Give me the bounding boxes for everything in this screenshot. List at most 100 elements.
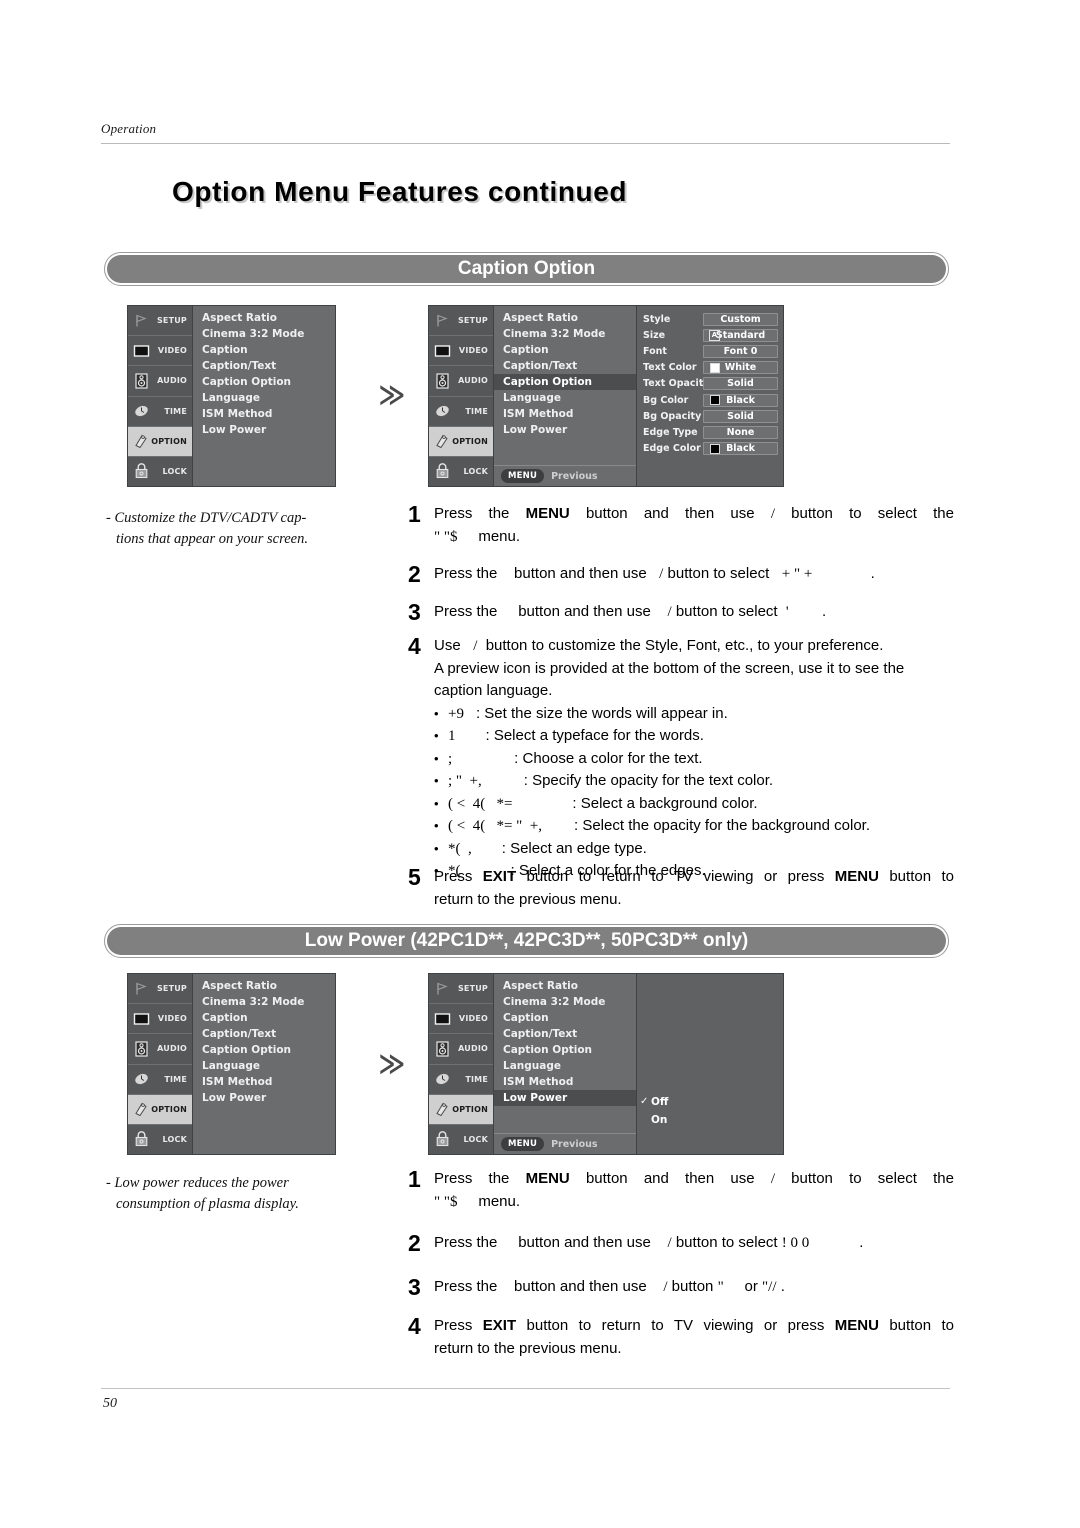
osd-menu-item[interactable]: Caption Option: [494, 1042, 636, 1058]
osd-sidebar-item-time[interactable]: TIME: [128, 397, 192, 427]
osd-menu-item[interactable]: Cinema 3:2 Mode: [494, 994, 636, 1010]
osd-sidebar-item-option[interactable]: OPTION: [429, 426, 493, 457]
osd-sidebar-item-setup[interactable]: SETUP: [128, 306, 192, 337]
osd-sidebar-item-video[interactable]: VIDEO: [429, 1004, 493, 1035]
osd-menu-item[interactable]: Language: [193, 390, 335, 406]
osd-sidebar-item-option[interactable]: OPTION: [429, 1094, 493, 1125]
detail-value[interactable]: Solid: [703, 409, 778, 423]
step-1-caption: 1 Press the MENU button and then use / b…: [408, 503, 954, 548]
osd-sidebar-item-setup[interactable]: SETUP: [429, 306, 493, 337]
clock-icon: [434, 1071, 451, 1088]
osd-sidebar-item-lock[interactable]: LOCK: [429, 1125, 493, 1154]
detail-row-bg-color[interactable]: Bg Color Black: [643, 392, 778, 408]
detail-value[interactable]: A Standard: [703, 328, 778, 342]
osd-menu-item[interactable]: Language: [494, 390, 636, 406]
osd-menu-item[interactable]: Aspect Ratio: [193, 978, 335, 994]
running-head: Operation: [101, 121, 157, 136]
screen-icon: [434, 1010, 451, 1027]
step-4-caption: 4 Use / button to customize the Style, F…: [408, 635, 954, 883]
detail-row-text-opacity[interactable]: Text Opacity Solid: [643, 376, 778, 392]
previous-label: Previous: [551, 470, 598, 482]
osd-menu-item[interactable]: Caption: [193, 342, 335, 358]
osd-sidebar-item-time[interactable]: TIME: [429, 397, 493, 427]
menu-button-chip[interactable]: MENU: [501, 469, 545, 483]
osd-sidebar-item-lock[interactable]: LOCK: [128, 1125, 192, 1154]
detail-label: Font: [643, 345, 667, 357]
osd-menu-item[interactable]: Caption/Text: [494, 358, 636, 374]
osd-sidebar-item-option[interactable]: OPTION: [128, 1094, 192, 1125]
osd-sidebar-item-time[interactable]: TIME: [128, 1065, 192, 1095]
osd-sidebar-item-time[interactable]: TIME: [429, 1065, 493, 1095]
osd-menu-item[interactable]: Caption: [193, 1010, 335, 1026]
osd-sidebar-label: OPTION: [151, 1104, 187, 1114]
detail-row-edge-color[interactable]: Edge Color Black: [643, 441, 778, 457]
osd-menu-item[interactable]: Caption/Text: [193, 358, 335, 374]
detail-row-edge-type[interactable]: Edge Type None: [643, 424, 778, 440]
step-number: 2: [408, 1230, 421, 1256]
detail-row-font[interactable]: Font Font 0: [643, 343, 778, 359]
detail-row-text-color[interactable]: Text Color White: [643, 360, 778, 376]
osd-menu-item[interactable]: Language: [193, 1058, 335, 1074]
detail-value[interactable]: Solid: [703, 377, 778, 391]
osd-sidebar-item-lock[interactable]: LOCK: [128, 457, 192, 486]
osd-list-spacer: [193, 1106, 335, 1154]
osd-menu-item[interactable]: Caption/Text: [193, 1026, 335, 1042]
osd-sidebar-label: LOCK: [162, 466, 187, 476]
osd-menu-item[interactable]: Cinema 3:2 Mode: [193, 994, 335, 1010]
osd-sidebar-item-audio[interactable]: AUDIO: [429, 1034, 493, 1065]
step-number: 4: [408, 1313, 421, 1339]
osd-sidebar-item-audio[interactable]: AUDIO: [128, 366, 192, 397]
detail-row-bg-opacity[interactable]: Bg Opacity Solid: [643, 408, 778, 424]
osd-menu-item-selected[interactable]: Caption Option: [494, 374, 636, 390]
osd-sidebar-item-audio[interactable]: AUDIO: [128, 1034, 192, 1065]
step-text-a: Press the: [434, 1278, 502, 1295]
step-4-bullet-list: • +9: Set the size the words will appear …: [434, 703, 954, 883]
osd-menu-item[interactable]: Cinema 3:2 Mode: [494, 326, 636, 342]
detail-value[interactable]: Black: [703, 442, 778, 456]
glyph-leftright: /: [473, 638, 478, 654]
caption-note-line2: tions that appear on your screen.: [116, 531, 308, 547]
osd-menu-item[interactable]: ISM Method: [193, 1074, 335, 1090]
osd-menu-item[interactable]: Caption: [494, 1010, 636, 1026]
osd-menu-item[interactable]: Caption: [494, 342, 636, 358]
clock-icon: [133, 1071, 150, 1088]
osd-sidebar-item-setup[interactable]: SETUP: [429, 974, 493, 1005]
osd-menu-item[interactable]: Aspect Ratio: [494, 310, 636, 326]
osd-sidebar-item-setup[interactable]: SETUP: [128, 974, 192, 1005]
speaker-icon: [133, 372, 150, 389]
osd-sidebar-item-option[interactable]: OPTION: [128, 426, 192, 457]
osd-menu-item[interactable]: Aspect Ratio: [193, 310, 335, 326]
osd-sidebar-item-video[interactable]: VIDEO: [128, 336, 192, 367]
osd-menu-item[interactable]: Caption Option: [193, 1042, 335, 1058]
osd-sidebar-item-lock[interactable]: LOCK: [429, 457, 493, 486]
detail-row-style[interactable]: Style Custom: [643, 311, 778, 327]
step-number: 1: [408, 501, 421, 527]
osd-menu-item[interactable]: Low Power: [193, 422, 335, 438]
detail-value[interactable]: None: [703, 425, 778, 439]
osd-sidebar-item-video[interactable]: VIDEO: [429, 336, 493, 367]
osd-menu-item[interactable]: Caption/Text: [494, 1026, 636, 1042]
osd-menu-item[interactable]: ISM Method: [193, 406, 335, 422]
osd-menu-item[interactable]: Low Power: [494, 422, 636, 438]
detail-value[interactable]: Custom: [703, 312, 778, 326]
detail-value[interactable]: Black: [703, 393, 778, 407]
osd-menu-item[interactable]: ISM Method: [494, 1074, 636, 1090]
detail-label: Edge Color: [643, 443, 701, 455]
detail-value[interactable]: Font 0: [703, 344, 778, 358]
menu-button-chip[interactable]: MENU: [501, 1137, 545, 1151]
osd-menu-item[interactable]: ISM Method: [494, 406, 636, 422]
osd-menu-item-selected[interactable]: Low Power: [494, 1090, 636, 1106]
osd-menu-item[interactable]: Aspect Ratio: [494, 978, 636, 994]
low-power-option-on[interactable]: On: [651, 1114, 667, 1126]
osd-menu-item[interactable]: Caption Option: [193, 374, 335, 390]
osd-sidebar-item-video[interactable]: VIDEO: [128, 1004, 192, 1035]
osd-menu-item[interactable]: Cinema 3:2 Mode: [193, 326, 335, 342]
osd-diagram-caption-step1: SETUP VIDEO AUDIO TIME OPTION LOCK Aspec…: [127, 305, 336, 487]
detail-row-size[interactable]: Size A Standard: [643, 327, 778, 343]
osd-menu-item[interactable]: Language: [494, 1058, 636, 1074]
low-power-option-off[interactable]: ✓ Off: [640, 1096, 668, 1108]
osd-sidebar-label: VIDEO: [157, 346, 187, 356]
osd-menu-item[interactable]: Low Power: [193, 1090, 335, 1106]
osd-sidebar-item-audio[interactable]: AUDIO: [429, 366, 493, 397]
detail-value[interactable]: White: [703, 361, 778, 375]
